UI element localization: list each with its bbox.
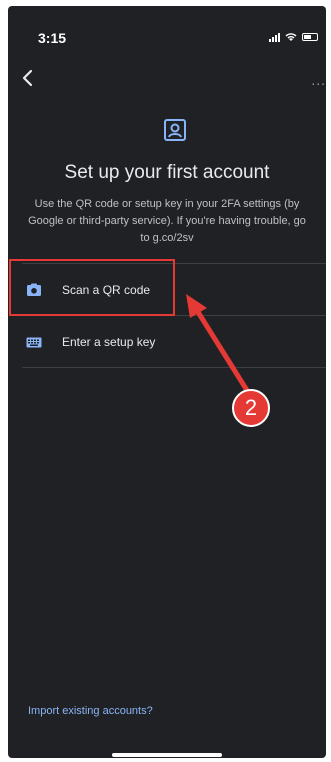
- cellular-signal-icon: [269, 32, 280, 42]
- wifi-icon: [285, 33, 297, 41]
- import-existing-accounts-link[interactable]: Import existing accounts?: [28, 705, 153, 717]
- account-badge-icon: [164, 119, 186, 141]
- status-icons: [269, 32, 318, 42]
- home-indicator: [112, 753, 222, 757]
- enter-setup-key-option[interactable]: Enter a setup key: [22, 317, 326, 367]
- more-options-icon[interactable]: ...: [311, 72, 326, 88]
- battery-icon: [302, 33, 318, 41]
- annotation-highlight-box: [9, 259, 175, 316]
- phone-screen: 3:15 ... Set up your first account Use t…: [8, 6, 326, 758]
- status-bar: 3:15: [8, 6, 326, 50]
- back-arrow-icon[interactable]: [18, 68, 38, 88]
- annotation-step-badge: 2: [232, 389, 270, 427]
- page-title: Set up your first account: [64, 162, 270, 183]
- setup-description: Use the QR code or setup key in your 2FA…: [28, 198, 306, 244]
- keyboard-icon: [24, 332, 44, 352]
- status-time: 3:15: [38, 30, 67, 46]
- enter-setup-key-label: Enter a setup key: [62, 335, 156, 349]
- divider: [22, 367, 326, 368]
